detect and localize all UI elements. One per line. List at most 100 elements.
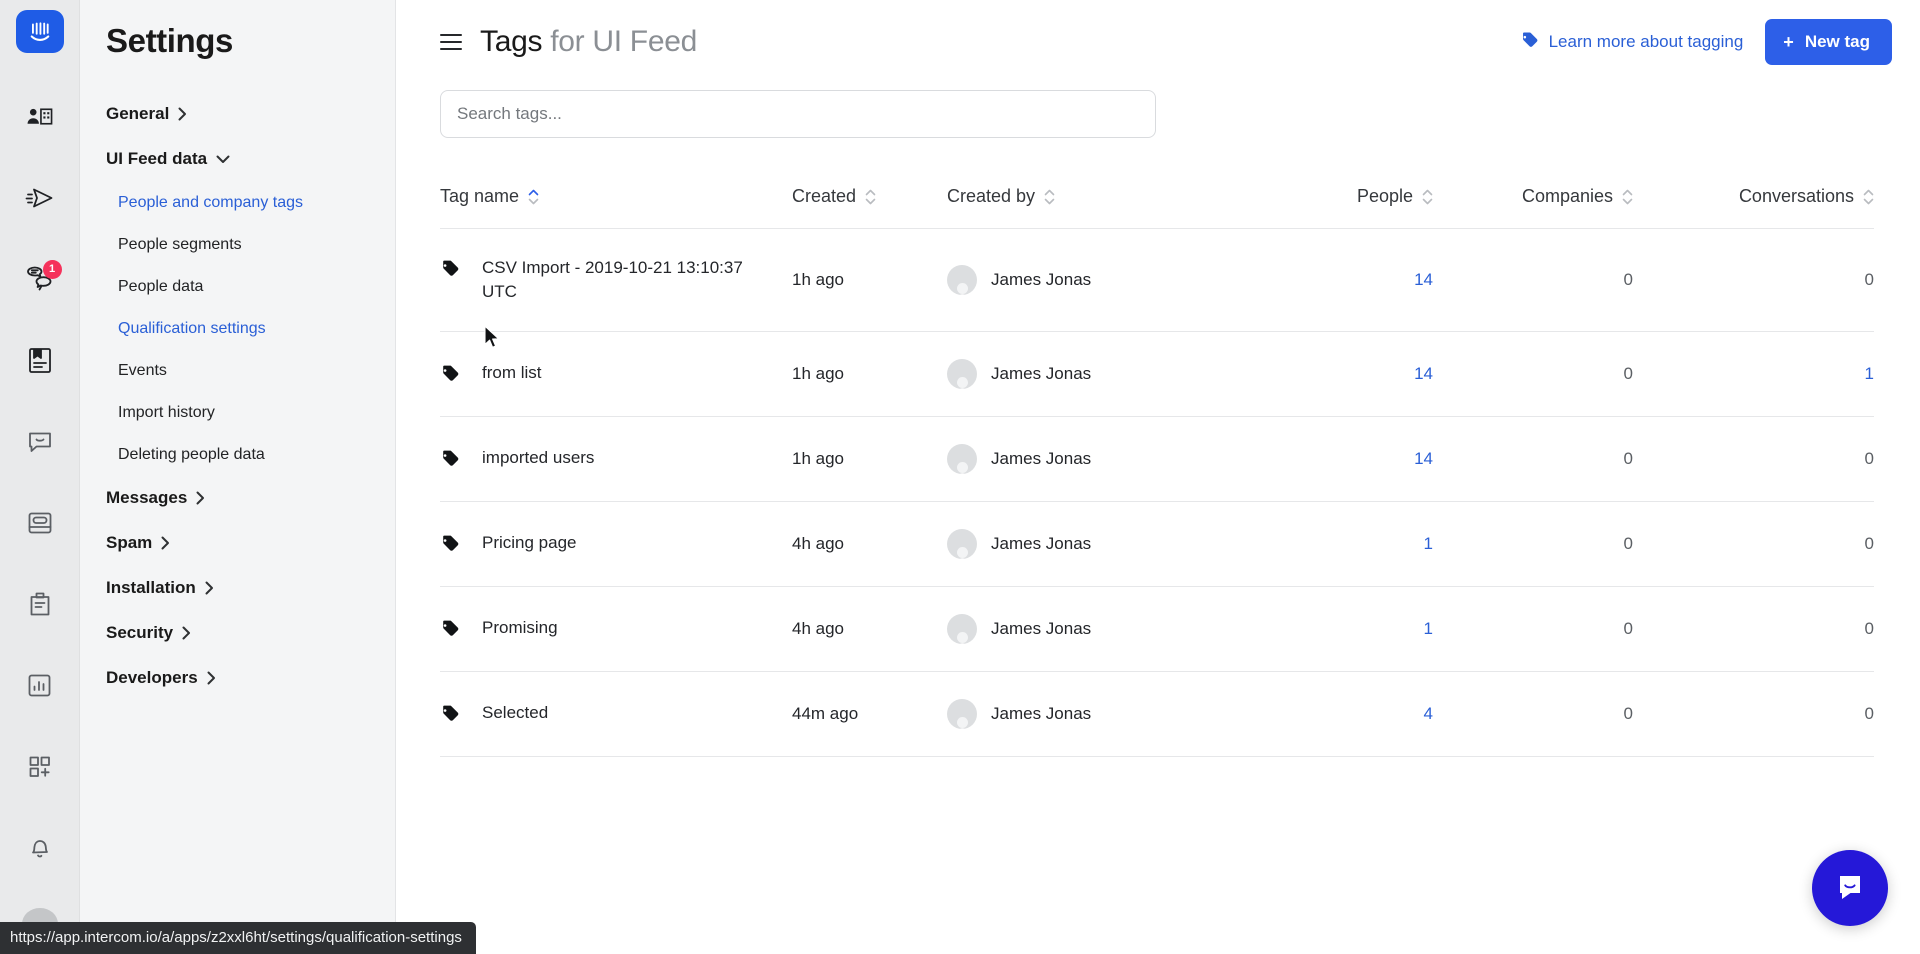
column-header-companies[interactable]: Companies <box>1433 186 1633 229</box>
created-by-name: James Jonas <box>991 449 1092 469</box>
conversations-count: 0 <box>1864 619 1874 639</box>
sidebar-item-qualification-settings[interactable]: Qualification settings <box>106 320 395 338</box>
column-header-created-by[interactable]: Created by <box>947 186 1247 229</box>
sidebar-item-security[interactable]: Security <box>106 623 395 643</box>
cell-created: 1h ago <box>792 416 947 503</box>
sidebar-item-people-and-company-tags[interactable]: People and company tags <box>106 194 395 212</box>
rail-item-surveys[interactable] <box>16 583 64 626</box>
column-header-people[interactable]: People <box>1247 186 1433 229</box>
cell-conversations: 0 <box>1633 671 1874 758</box>
search-input[interactable] <box>440 90 1156 138</box>
column-header-created[interactable]: Created <box>792 186 947 229</box>
learn-more-about-tagging-link[interactable]: Learn more about tagging <box>1520 30 1743 54</box>
sidebar-item-label: Security <box>106 623 174 642</box>
rail-item-app-store[interactable] <box>16 745 64 788</box>
main-content: Tags for UI Feed Learn more about taggin… <box>396 0 1920 954</box>
table-row[interactable]: imported users 1h ago James Jonas 14 0 0 <box>440 416 1874 503</box>
cell-companies: 0 <box>1433 671 1633 758</box>
hamburger-menu-icon[interactable] <box>440 34 462 50</box>
chevron-right-icon <box>205 581 214 595</box>
tag-name-label: Promising <box>482 617 558 637</box>
messenger-launcher-button[interactable] <box>1812 850 1888 926</box>
messenger-launcher-icon <box>1832 868 1868 909</box>
main-header: Tags for UI Feed Learn more about taggin… <box>396 0 1920 68</box>
people-count-link[interactable]: 14 <box>1414 270 1433 289</box>
new-tag-label: New tag <box>1804 32 1870 51</box>
table-row[interactable]: from list 1h ago James Jonas 14 0 1 <box>440 331 1874 418</box>
rail-item-outbound[interactable] <box>16 176 64 219</box>
tag-icon <box>440 616 460 643</box>
rail-item-reports[interactable] <box>16 664 64 707</box>
table-row[interactable]: Selected 44m ago James Jonas 4 0 0 <box>440 671 1874 758</box>
sidebar-item-general[interactable]: General <box>106 104 395 124</box>
chevron-right-icon <box>182 626 191 640</box>
header-actions: Learn more about tagging + New tag <box>1520 19 1896 65</box>
conversations-count-link[interactable]: 1 <box>1865 364 1874 383</box>
chevron-right-icon <box>161 536 170 550</box>
column-label: Created by <box>947 186 1036 206</box>
cell-created-by: James Jonas <box>947 331 1247 418</box>
created-by-name: James Jonas <box>991 619 1092 639</box>
rail-item-contacts[interactable] <box>16 95 64 138</box>
rail-item-notifications[interactable] <box>16 826 64 869</box>
tag-icon <box>440 361 460 388</box>
sidebar-item-deleting-people-data[interactable]: Deleting people data <box>106 446 395 464</box>
tag-icon <box>1520 30 1539 54</box>
conversations-count: 0 <box>1864 270 1874 290</box>
rail-item-messenger[interactable] <box>16 420 64 463</box>
sidebar-item-events[interactable]: Events <box>106 362 395 380</box>
people-count-link[interactable]: 14 <box>1414 364 1433 383</box>
people-count-link[interactable]: 1 <box>1424 534 1433 553</box>
cell-conversations: 0 <box>1633 228 1874 333</box>
table-row[interactable]: Pricing page 4h ago James Jonas 1 0 0 <box>440 501 1874 588</box>
sidebar-item-spam[interactable]: Spam <box>106 533 395 553</box>
rail-item-inbox[interactable]: 1 <box>16 258 64 301</box>
inbox-unread-badge: 1 <box>42 259 62 279</box>
people-count-link[interactable]: 4 <box>1424 704 1433 723</box>
sort-arrows-icon <box>865 189 876 205</box>
rail-item-articles[interactable] <box>16 339 64 382</box>
people-count-link[interactable]: 1 <box>1424 619 1433 638</box>
cell-created-by: James Jonas <box>947 501 1247 588</box>
tag-name-label: Selected <box>482 702 549 722</box>
table-row[interactable]: CSV Import - 2019-10-21 13:10:37 UTC 1h … <box>440 228 1874 333</box>
created-by-name: James Jonas <box>991 270 1092 290</box>
tag-name-label: Pricing page <box>482 532 577 552</box>
cell-companies: 0 <box>1433 586 1633 673</box>
cell-conversations: 0 <box>1633 501 1874 588</box>
search-container <box>440 90 1156 138</box>
column-header-conversations[interactable]: Conversations <box>1633 186 1874 229</box>
new-tag-button[interactable]: + New tag <box>1765 19 1892 65</box>
column-label: Tag name <box>440 186 520 206</box>
sidebar-item-ui-feed-data[interactable]: UI Feed data <box>106 149 395 169</box>
sidebar-item-messages[interactable]: Messages <box>106 488 395 508</box>
cell-conversations: 1 <box>1633 331 1874 418</box>
sidebar-item-import-history[interactable]: Import history <box>106 404 395 422</box>
sidebar-item-installation[interactable]: Installation <box>106 578 395 598</box>
tags-page-heading: Tags for UI Feed <box>480 25 697 59</box>
avatar <box>947 529 977 560</box>
people-count-link[interactable]: 14 <box>1414 449 1433 468</box>
intercom-logo-icon[interactable] <box>15 10 64 54</box>
chevron-right-icon <box>207 671 216 685</box>
column-header-tag-name[interactable]: Tag name <box>440 186 792 229</box>
cell-created: 1h ago <box>792 228 947 333</box>
sidebar-item-developers[interactable]: Developers <box>106 668 395 688</box>
sidebar-item-people-data[interactable]: People data <box>106 278 395 296</box>
cell-tag-name: Pricing page <box>440 501 792 588</box>
column-label: Companies <box>1521 186 1613 206</box>
rail-item-product-tours[interactable] <box>16 501 64 544</box>
companies-count: 0 <box>1623 449 1633 469</box>
send-outbound-icon <box>25 185 55 211</box>
avatar <box>947 265 977 296</box>
articles-icon <box>28 347 52 374</box>
settings-sidebar: Settings General UI Feed data People and… <box>80 0 396 954</box>
table-row[interactable]: Promising 4h ago James Jonas 1 0 0 <box>440 586 1874 673</box>
cell-created: 4h ago <box>792 501 947 588</box>
sidebar-item-people-segments[interactable]: People segments <box>106 236 395 254</box>
sidebar-item-label: Developers <box>106 668 198 687</box>
cell-created: 1h ago <box>792 331 947 418</box>
companies-count: 0 <box>1623 619 1633 639</box>
sort-arrows-icon <box>1622 189 1633 205</box>
cell-conversations: 0 <box>1633 586 1874 673</box>
